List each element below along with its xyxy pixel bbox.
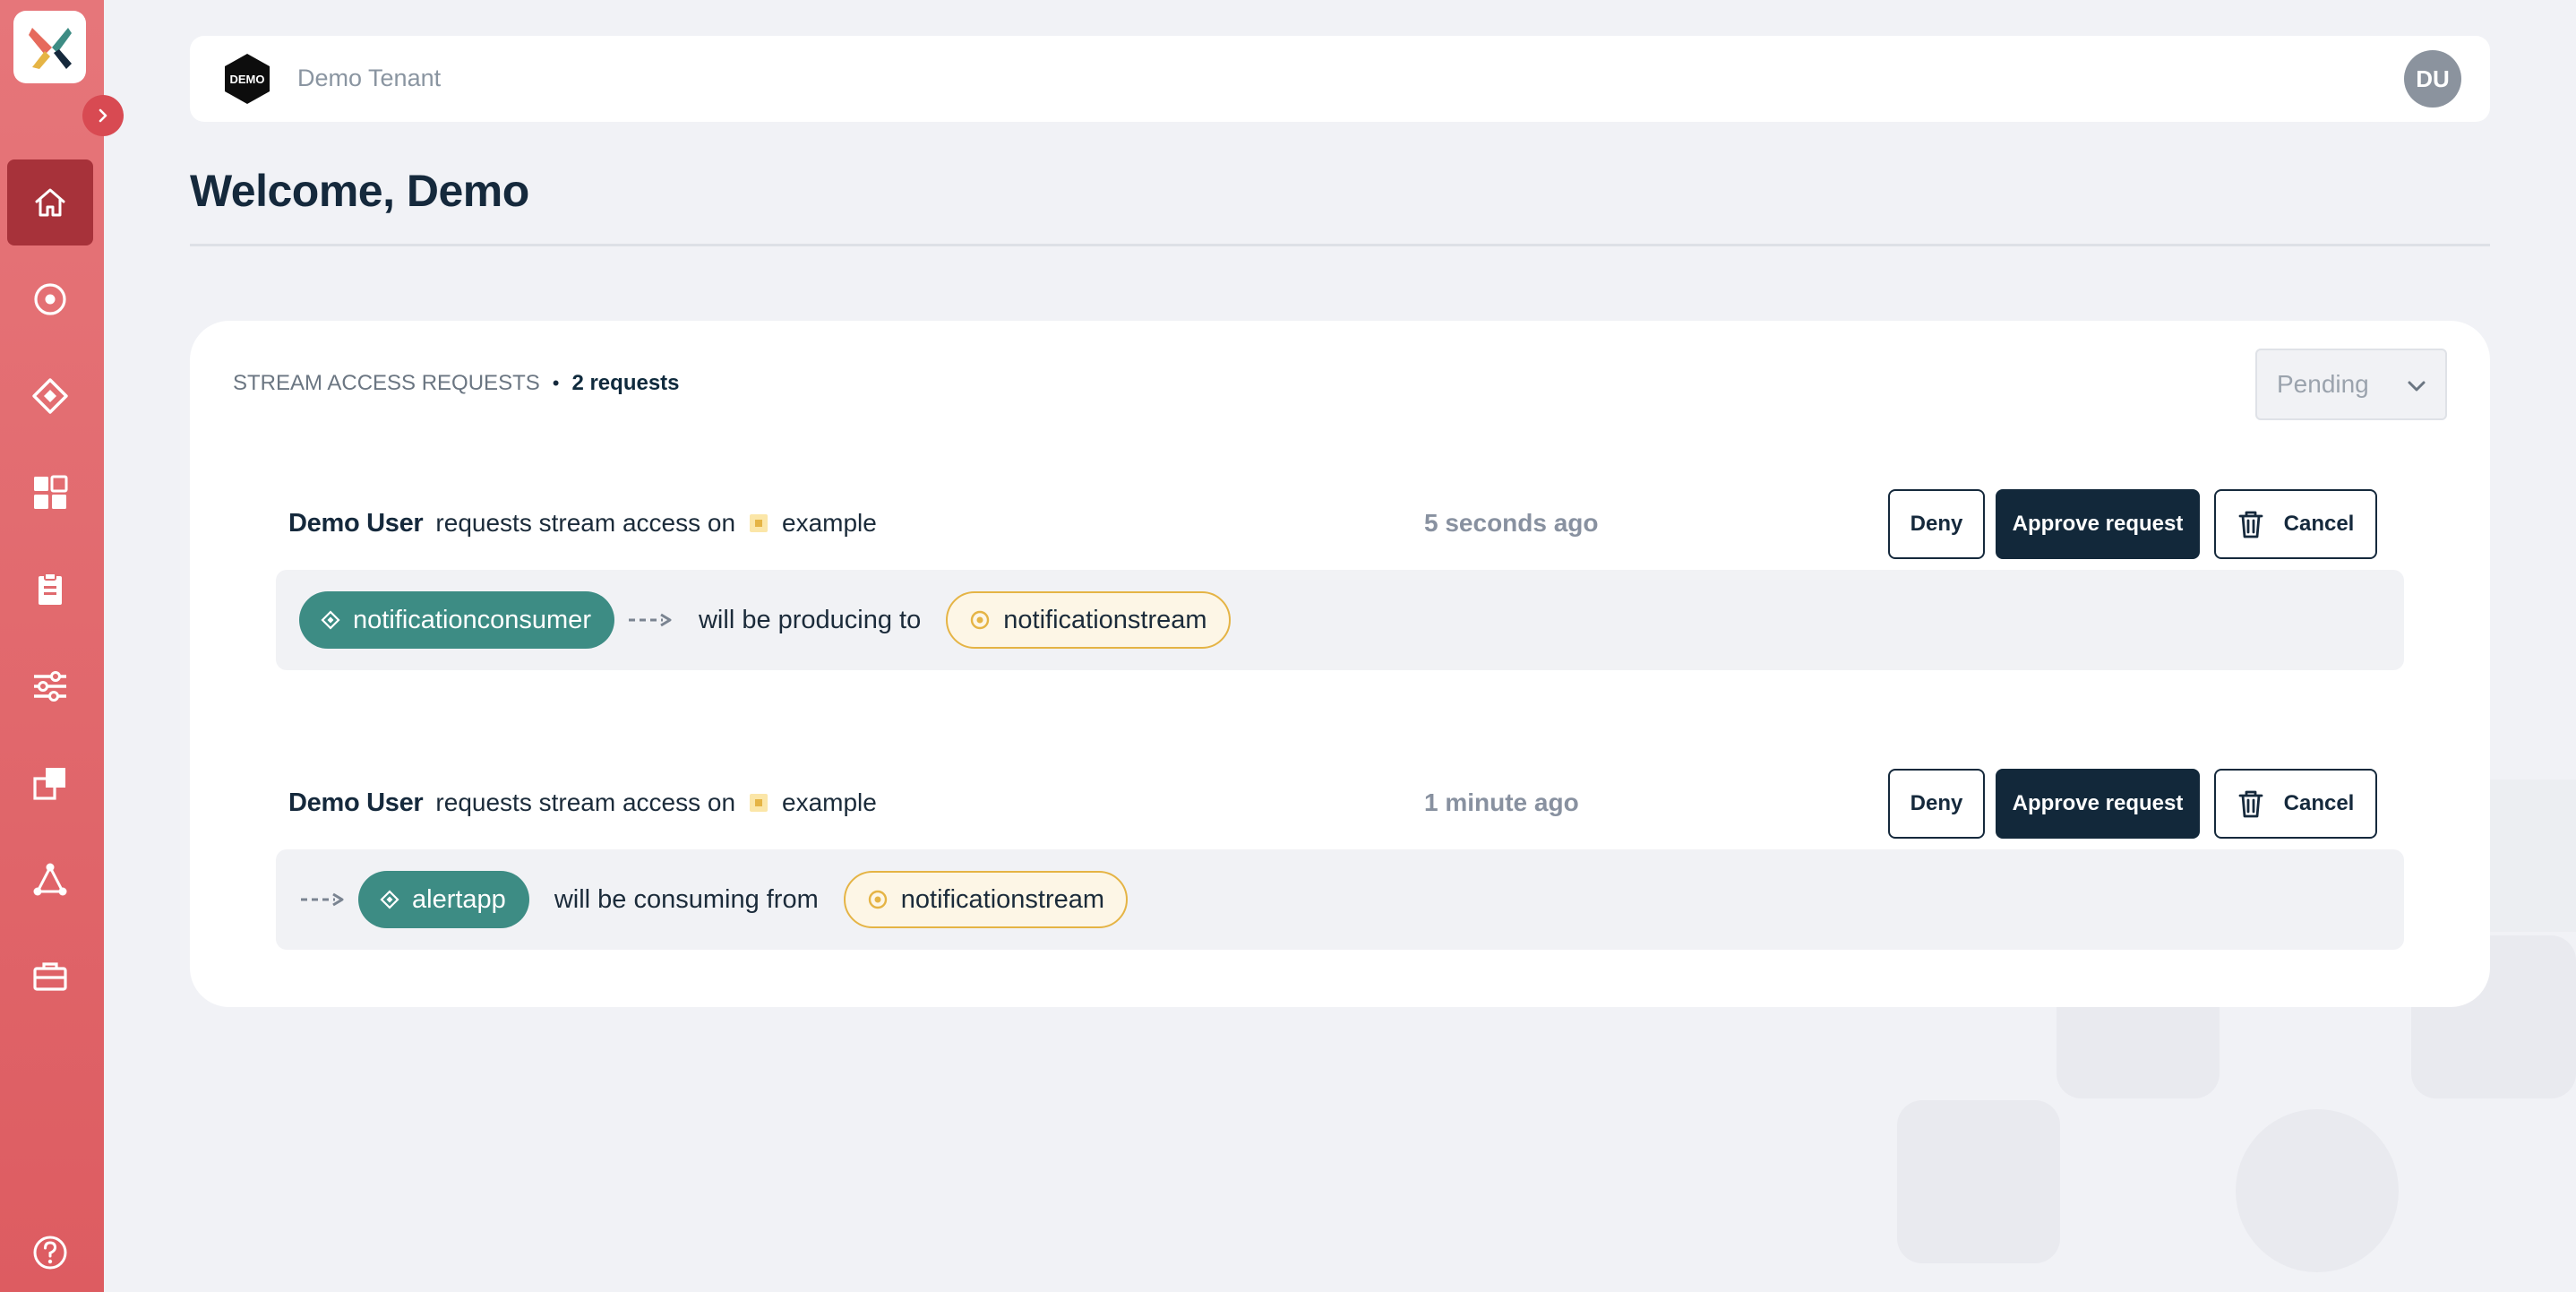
deny-button[interactable]: Deny xyxy=(1888,489,1985,559)
clipboard-icon xyxy=(39,573,62,605)
sidebar-item-applications[interactable] xyxy=(7,353,93,439)
sidebar-item-home[interactable] xyxy=(7,159,93,245)
background-decoration xyxy=(1897,1100,2060,1263)
panel-title: STREAM ACCESS REQUESTS xyxy=(233,371,540,395)
cancel-button-label: Cancel xyxy=(2283,512,2355,536)
tenant-logo-text: DEMO xyxy=(230,73,265,86)
dashboard-icon xyxy=(34,475,68,509)
sidebar-item-dashboard[interactable] xyxy=(7,450,93,536)
stream-pill-label: notificationstream xyxy=(1003,605,1207,634)
trash-icon xyxy=(2238,790,2263,818)
request-flow: notificationconsumer will be producing t… xyxy=(276,570,2404,670)
request-time: 1 minute ago xyxy=(1424,788,1579,816)
requester-name: Demo User xyxy=(288,788,424,817)
title-divider xyxy=(190,244,2490,246)
tenant-logo: DEMO xyxy=(220,52,274,106)
application-name[interactable]: example xyxy=(782,788,877,817)
request-text: requests stream access on xyxy=(435,788,736,816)
sidebar-item-tools[interactable] xyxy=(7,934,93,1020)
approve-request-button[interactable]: Approve request xyxy=(1996,489,2200,559)
sidebar-item-requests[interactable] xyxy=(7,547,93,633)
stream-icon xyxy=(34,283,66,315)
page-title: Welcome, Demo xyxy=(190,166,529,216)
request-time: 5 seconds ago xyxy=(1424,509,1599,537)
stream-access-requests-panel: STREAM ACCESS REQUESTS • 2 requests Pend… xyxy=(190,321,2490,1007)
top-header: DEMO Demo Tenant DU xyxy=(190,36,2490,122)
application-name[interactable]: example xyxy=(782,509,877,538)
home-icon xyxy=(35,188,65,217)
request-count: 2 requests xyxy=(571,371,680,395)
sidebar-item-resources[interactable] xyxy=(7,740,93,826)
dashed-arrow-icon xyxy=(627,611,674,629)
request-summary: Demo User requests stream access on exam… xyxy=(288,489,877,557)
stream-icon xyxy=(868,890,887,909)
sidebar xyxy=(0,0,124,1292)
dashed-arrow-icon xyxy=(299,891,346,909)
application-square-icon xyxy=(750,514,769,532)
application-square-icon xyxy=(750,794,769,812)
application-pill-label: alertapp xyxy=(412,884,506,914)
app-logo[interactable] xyxy=(13,11,86,83)
sidebar-item-topology[interactable] xyxy=(7,837,93,923)
sidebar-toggle-button[interactable] xyxy=(82,95,124,136)
stream-pill[interactable]: notificationstream xyxy=(843,871,1129,928)
tenant-name[interactable]: Demo Tenant xyxy=(297,65,441,92)
sidebar-item-streams[interactable] xyxy=(7,256,93,342)
status-filter-select[interactable]: Pending xyxy=(2255,349,2447,420)
separator-dot: • xyxy=(552,372,560,394)
chevron-right-icon xyxy=(99,108,107,123)
flow-description: will be consuming from xyxy=(554,884,819,914)
application-pill[interactable]: notificationconsumer xyxy=(299,591,614,649)
deny-button[interactable]: Deny xyxy=(1888,769,1985,839)
request-flow: alertapp will be consuming from notifica… xyxy=(276,849,2404,950)
chevron-down-icon xyxy=(2408,381,2426,392)
application-pill-label: notificationconsumer xyxy=(353,605,591,634)
cancel-button-label: Cancel xyxy=(2283,791,2355,815)
background-decoration xyxy=(2236,1109,2399,1272)
settings-sliders-icon xyxy=(34,671,66,702)
layers-icon xyxy=(33,768,65,800)
stream-pill[interactable]: notificationstream xyxy=(946,591,1231,649)
application-icon xyxy=(321,610,340,630)
application-icon xyxy=(32,378,68,414)
flow-description: will be producing to xyxy=(698,605,922,634)
sidebar-item-settings[interactable] xyxy=(7,643,93,729)
help-icon xyxy=(33,1236,67,1270)
approve-request-button[interactable]: Approve request xyxy=(1996,769,2200,839)
user-avatar[interactable]: DU xyxy=(2404,50,2461,108)
application-pill[interactable]: alertapp xyxy=(358,871,529,928)
request-summary: Demo User requests stream access on exam… xyxy=(288,769,877,837)
cancel-button[interactable]: Cancel xyxy=(2214,769,2377,839)
requester-name: Demo User xyxy=(288,508,424,538)
application-icon xyxy=(380,890,399,909)
stream-pill-label: notificationstream xyxy=(900,884,1105,914)
toolbox-icon xyxy=(33,962,67,991)
status-filter-value: Pending xyxy=(2277,370,2369,398)
topology-icon xyxy=(33,863,67,896)
panel-header: STREAM ACCESS REQUESTS • 2 requests xyxy=(233,371,680,396)
sidebar-item-help[interactable] xyxy=(7,1217,93,1288)
trash-icon xyxy=(2238,511,2263,538)
app-logo-icon xyxy=(28,27,72,69)
stream-icon xyxy=(971,610,990,630)
cancel-button[interactable]: Cancel xyxy=(2214,489,2377,559)
request-text: requests stream access on xyxy=(435,509,736,537)
